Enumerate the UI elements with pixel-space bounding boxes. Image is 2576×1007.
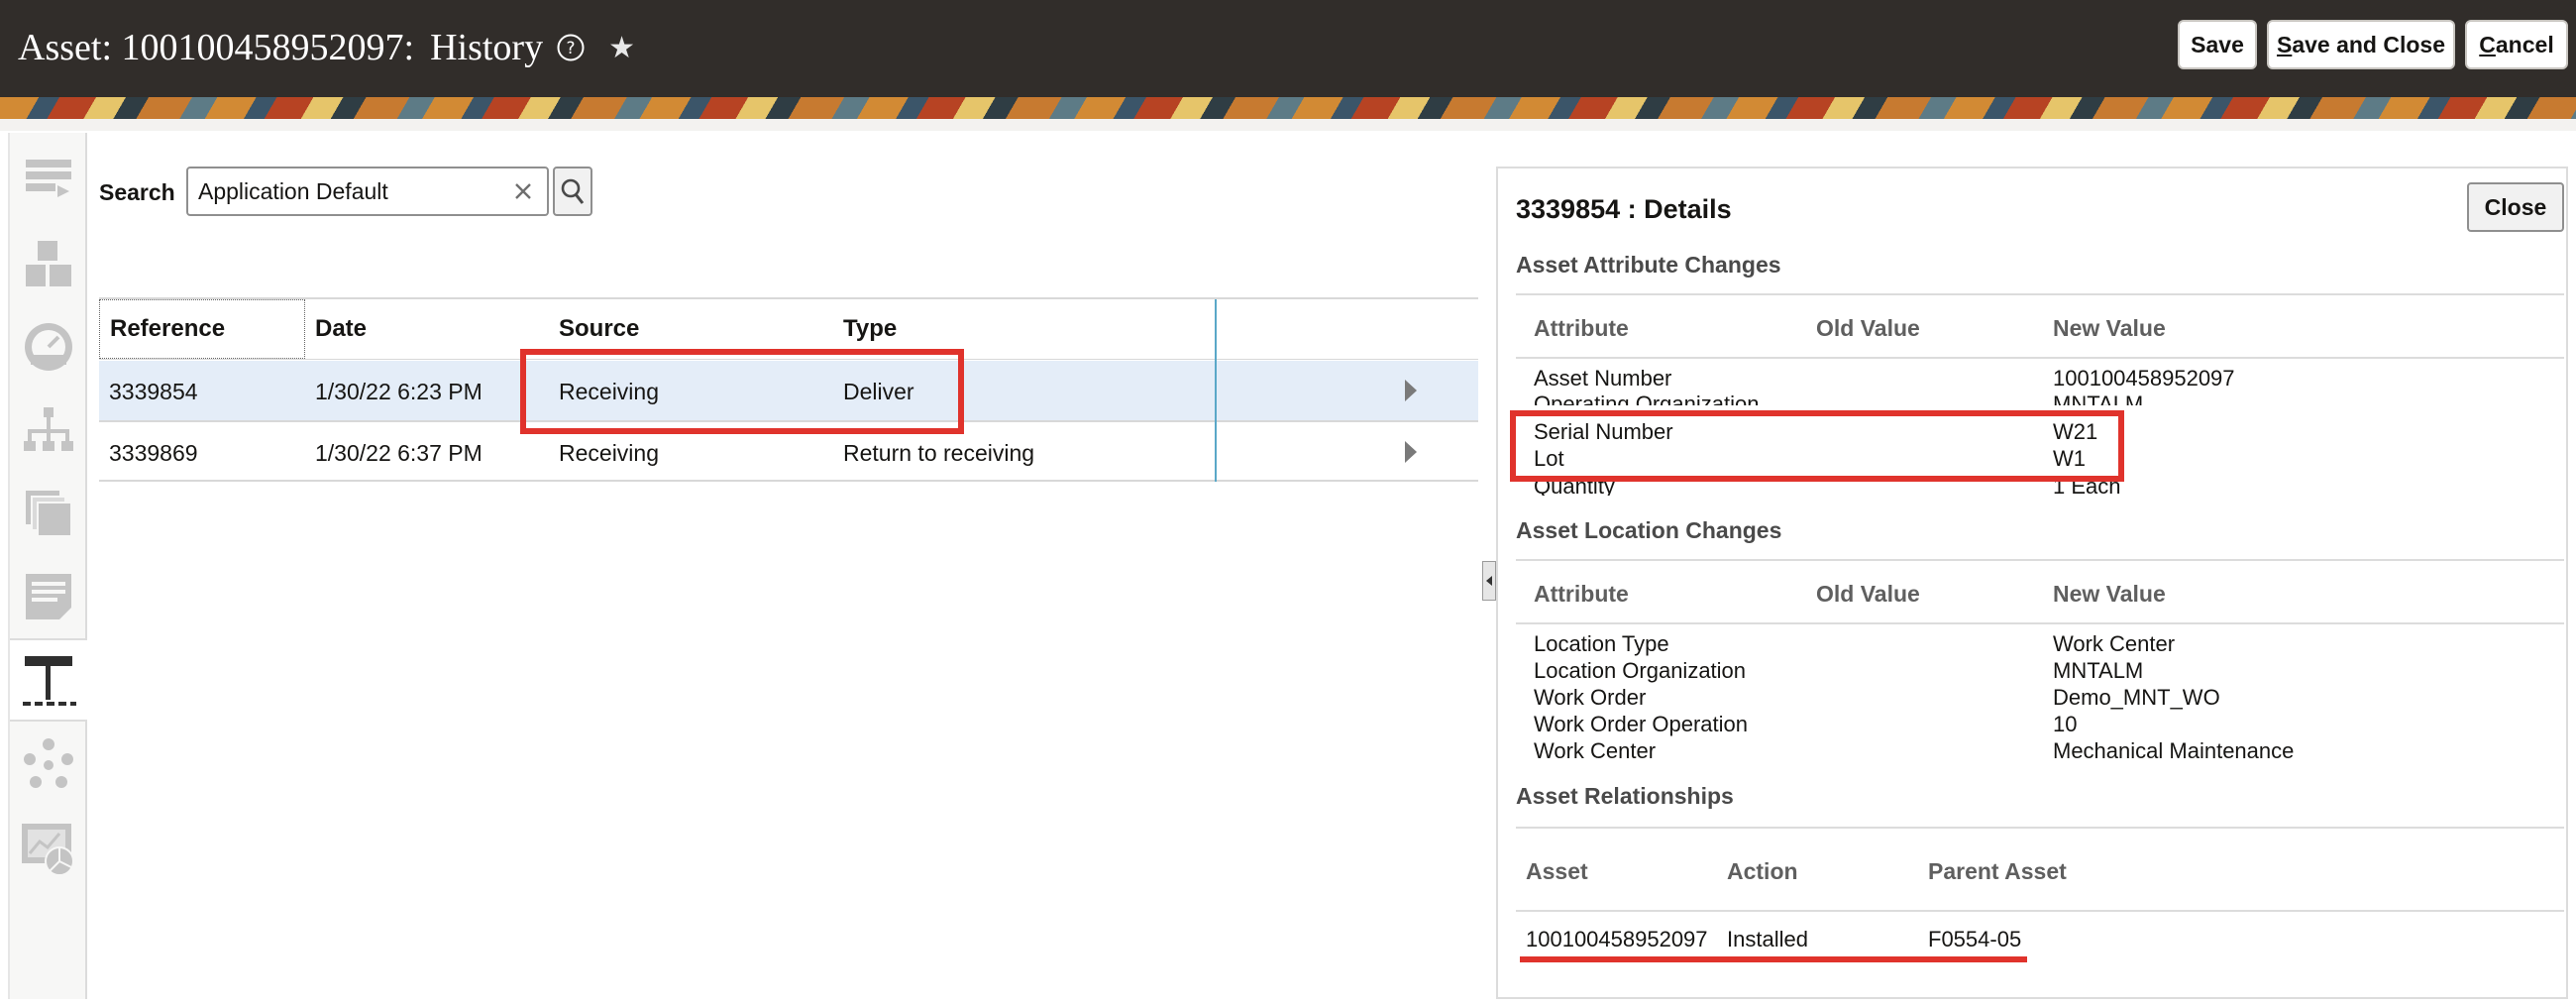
search-button[interactable] bbox=[553, 167, 592, 216]
section-divider bbox=[1516, 622, 2564, 624]
attribute-changes-title: Asset Attribute Changes bbox=[1516, 252, 1781, 278]
attr-new-value: W21 bbox=[2053, 419, 2098, 444]
help-icon[interactable]: ? bbox=[555, 32, 587, 63]
details-title: 3339854 : Details bbox=[1516, 194, 1732, 224]
section-divider bbox=[1516, 559, 2564, 561]
attr-new-value: W1 bbox=[2053, 446, 2086, 471]
loc-new-value: Work Center bbox=[2053, 631, 2176, 656]
page-title: Asset: 100100458952097: History ? ★ bbox=[18, 18, 635, 77]
table-top-border bbox=[99, 297, 1478, 299]
content-top-strip bbox=[0, 119, 2576, 131]
search-field bbox=[186, 167, 549, 216]
meter-icon[interactable] bbox=[10, 305, 87, 389]
history-icon[interactable] bbox=[10, 638, 87, 722]
row-source: Receiving bbox=[559, 440, 659, 466]
search-icon bbox=[561, 178, 585, 204]
pane-splitter[interactable] bbox=[1482, 561, 1496, 601]
row-source: Receiving bbox=[559, 379, 659, 404]
rel-col-action: Action bbox=[1727, 858, 1798, 884]
page-header: Asset: 100100458952097: History ? ★ Save… bbox=[0, 0, 2576, 97]
components-icon[interactable] bbox=[10, 222, 87, 305]
collapse-left-icon bbox=[1486, 576, 1492, 586]
relationships-title: Asset Relationships bbox=[1516, 783, 1734, 809]
favorite-star-icon[interactable]: ★ bbox=[608, 31, 635, 65]
cancel-button[interactable]: Cancel bbox=[2465, 20, 2568, 69]
cancel-label: ancel bbox=[2495, 31, 2554, 57]
page-title-name: History bbox=[430, 27, 544, 68]
save-and-close-label: ave and Close bbox=[2292, 31, 2446, 57]
loc-col-attribute: Attribute bbox=[1534, 581, 1629, 607]
section-divider bbox=[1516, 293, 2564, 295]
svg-text:?: ? bbox=[567, 39, 576, 58]
loc-new-value: Mechanical Maintenance bbox=[2053, 738, 2295, 763]
attr-new-value: 1 Each bbox=[2053, 474, 2121, 496]
row-reference: 3339854 bbox=[109, 379, 198, 404]
column-header-reference[interactable]: Reference bbox=[110, 315, 225, 343]
table-row[interactable]: 3339854 1/30/22 6:23 PM Receiving Delive… bbox=[99, 361, 1478, 420]
rel-asset: 100100458952097 bbox=[1526, 927, 1708, 951]
relationships-icon[interactable] bbox=[10, 724, 87, 807]
loc-new-value: MNTALM bbox=[2053, 658, 2144, 683]
search-input[interactable] bbox=[198, 176, 495, 206]
attr-new-value: 100100458952097 bbox=[2053, 366, 2235, 391]
location-changes-title: Asset Location Changes bbox=[1516, 517, 1782, 543]
page-title-prefix: Asset: 100100458952097: bbox=[18, 27, 415, 68]
attr-name: Quantity bbox=[1534, 474, 1615, 496]
row-expand-arrow-icon[interactable] bbox=[1397, 377, 1425, 404]
header-divider bbox=[99, 359, 1478, 360]
search-label: Search bbox=[99, 179, 175, 205]
loc-attr-name: Work Order Operation bbox=[1534, 712, 1749, 736]
loc-attr-name: Work Center bbox=[1534, 738, 1657, 763]
column-header-type[interactable]: Type bbox=[843, 315, 897, 343]
clear-icon[interactable] bbox=[509, 177, 537, 205]
section-divider bbox=[1516, 357, 2564, 359]
column-resize-divider bbox=[1215, 299, 1217, 482]
overview-icon[interactable] bbox=[10, 139, 87, 222]
attr-col-new-value: New Value bbox=[2053, 315, 2166, 341]
side-rail bbox=[8, 133, 87, 999]
save-and-close-mnemonic: S bbox=[2276, 31, 2293, 57]
table-row[interactable]: 3339869 1/30/22 6:37 PM Receiving Return… bbox=[99, 422, 1478, 482]
attr-col-attribute: Attribute bbox=[1534, 315, 1629, 341]
analytics-icon[interactable] bbox=[10, 807, 87, 890]
attr-name: Asset Number bbox=[1534, 366, 1672, 391]
loc-col-old-value: Old Value bbox=[1816, 581, 1920, 607]
rel-col-parent-asset: Parent Asset bbox=[1928, 858, 2067, 884]
attr-name: Lot bbox=[1534, 446, 1564, 471]
section-divider bbox=[1516, 827, 2564, 829]
column-header-source[interactable]: Source bbox=[559, 315, 639, 343]
rel-action: Installed bbox=[1727, 927, 1808, 951]
row-reference: 3339869 bbox=[109, 440, 198, 466]
documents-icon[interactable] bbox=[10, 472, 87, 555]
close-details-button[interactable]: Close bbox=[2467, 182, 2564, 232]
section-divider bbox=[1516, 910, 2564, 912]
row-expand-arrow-icon[interactable] bbox=[1397, 438, 1425, 466]
loc-attr-name: Location Type bbox=[1534, 631, 1669, 656]
attr-name: Operating Organization bbox=[1534, 392, 1760, 405]
attr-new-value: MNTALM bbox=[2053, 392, 2144, 405]
row-date: 1/30/22 6:37 PM bbox=[315, 440, 483, 466]
loc-new-value: 10 bbox=[2053, 712, 2078, 736]
save-and-close-button[interactable]: Save and Close bbox=[2267, 20, 2455, 69]
column-header-date[interactable]: Date bbox=[315, 315, 367, 343]
row-type: Return to receiving bbox=[843, 440, 1035, 466]
loc-col-new-value: New Value bbox=[2053, 581, 2166, 607]
rel-parent-asset: F0554-05 bbox=[1928, 927, 2022, 951]
row-type: Deliver bbox=[843, 379, 914, 404]
cancel-mnemonic: C bbox=[2479, 31, 2496, 57]
loc-attr-name: Work Order bbox=[1534, 685, 1647, 710]
loc-new-value: Demo_MNT_WO bbox=[2053, 685, 2220, 710]
attr-name: Serial Number bbox=[1534, 419, 1673, 444]
row-date: 1/30/22 6:23 PM bbox=[315, 379, 483, 404]
row-divider bbox=[99, 480, 1478, 482]
hierarchy-icon[interactable] bbox=[10, 389, 87, 472]
decorative-banner bbox=[0, 97, 2576, 119]
attr-col-old-value: Old Value bbox=[1816, 315, 1920, 341]
rel-col-asset: Asset bbox=[1526, 858, 1588, 884]
loc-attr-name: Location Organization bbox=[1534, 658, 1747, 683]
notes-icon[interactable] bbox=[10, 555, 87, 638]
save-button[interactable]: Save bbox=[2178, 20, 2257, 69]
